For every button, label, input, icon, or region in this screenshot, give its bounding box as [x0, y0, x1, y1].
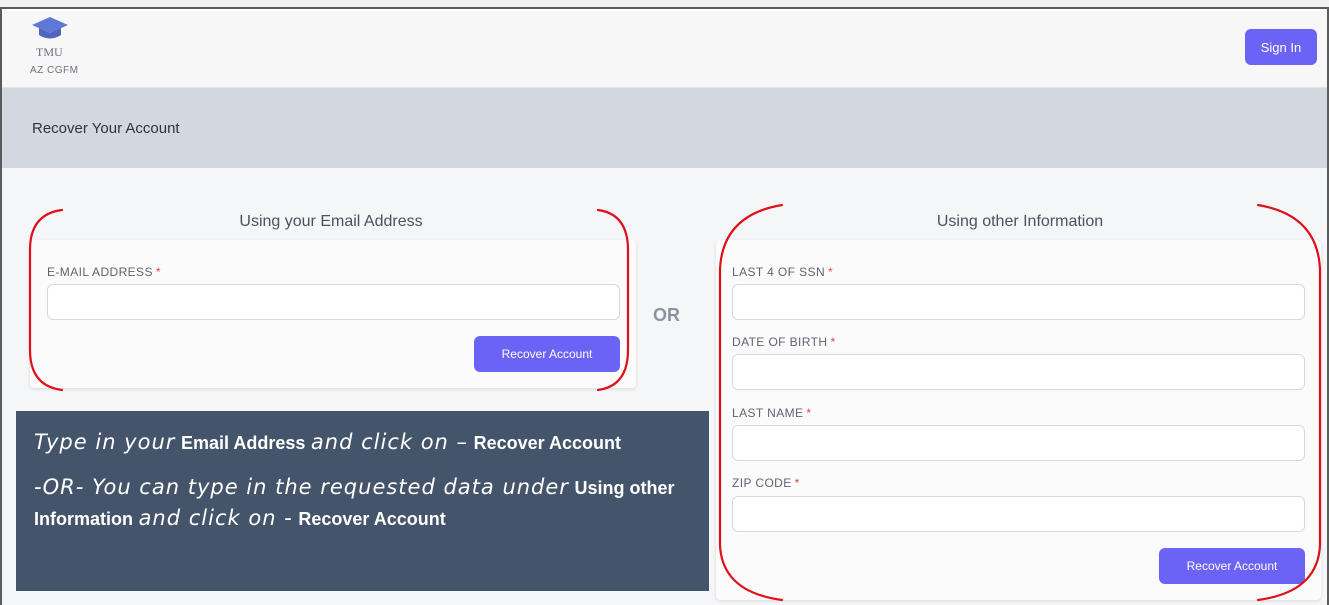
required-marker: * [806, 406, 812, 420]
graduation-cap-icon [32, 17, 68, 39]
required-marker: * [828, 265, 834, 279]
top-strip [0, 0, 1329, 9]
last-name-label: LAST NAME * [732, 406, 812, 420]
email-label: E-MAIL ADDRESS * [47, 265, 161, 279]
ssn-input[interactable] [732, 284, 1305, 320]
email-section-title: Using your Email Address [239, 213, 423, 230]
header: TMU AZ CGFM Sign In [2, 11, 1327, 88]
logo[interactable]: TMU AZ CGFM [30, 15, 90, 85]
email-input[interactable] [47, 284, 620, 320]
recover-account-button-other[interactable]: Recover Account [1159, 548, 1305, 584]
sign-in-button[interactable]: Sign In [1245, 29, 1317, 65]
email-card: E-MAIL ADDRESS * Recover Account [30, 240, 636, 388]
logo-name: TMU [36, 45, 63, 59]
ssn-label: LAST 4 OF SSN * [732, 265, 834, 279]
required-marker: * [155, 265, 161, 279]
instruction-line-2: -OR- You can type in the requested data … [34, 475, 675, 530]
zip-code-input[interactable] [732, 496, 1305, 532]
required-marker: * [794, 476, 800, 490]
page-title-band: Recover Your Account [2, 88, 1327, 168]
required-marker: * [830, 335, 836, 349]
last-name-input[interactable] [732, 425, 1305, 461]
instruction-line-1: Type in your Email Address and click on … [34, 430, 621, 454]
recover-account-button-email[interactable]: Recover Account [474, 336, 620, 372]
page-title: Recover Your Account [32, 120, 180, 137]
zip-code-label: ZIP CODE * [732, 476, 800, 490]
instruction-callout: Type in your Email Address and click on … [16, 411, 709, 591]
dob-label: DATE OF BIRTH * [732, 335, 836, 349]
dob-input[interactable] [732, 354, 1305, 390]
logo-subtitle: AZ CGFM [30, 65, 79, 76]
or-separator: OR [653, 305, 680, 325]
other-info-card: LAST 4 OF SSN * DATE OF BIRTH * LAST NAME *… [716, 240, 1321, 600]
other-section-title: Using other Information [936, 213, 1104, 230]
